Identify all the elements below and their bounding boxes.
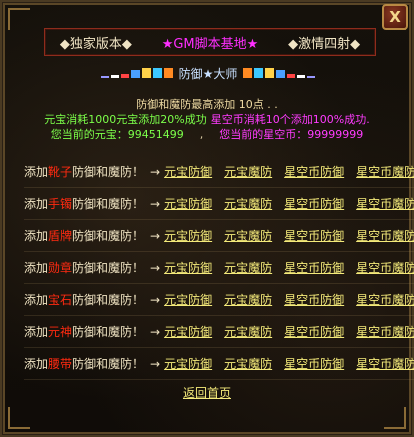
arrow-icon: → (150, 324, 161, 339)
ingot-magic-defense-link[interactable]: 元宝魔防 (224, 195, 272, 212)
star-coin-defense-link[interactable]: 星空币防御 (284, 163, 344, 180)
equipment-name: 腰带 (48, 357, 73, 371)
equipment-name: 勋章 (48, 261, 73, 275)
arrow-icon: → (150, 260, 161, 275)
color-swatch (152, 68, 162, 78)
star-coin-defense-link[interactable]: 星空币防御 (284, 291, 344, 308)
color-swatch (120, 74, 129, 78)
color-swatch (130, 70, 140, 78)
row-suffix: 防御和魔防！ (72, 261, 145, 275)
row-prefix: 添加 (24, 165, 49, 179)
ingot-defense-link[interactable]: 元宝防御 (164, 355, 212, 372)
color-swatch (254, 68, 264, 78)
equipment-name: 宝石 (48, 293, 73, 307)
color-swatch (265, 68, 275, 78)
row-prefix: 添加 (24, 293, 49, 307)
title-bar: ◆独家版本◆ ★GM脚本基地★ ◆激情四射◆ (44, 28, 376, 56)
back-home-link[interactable]: 返回首页 (0, 384, 414, 401)
banner: 防御★大师 (92, 64, 324, 82)
row-prefix: 添加 (24, 325, 49, 339)
ingot-balance: 您当前的元宝：99451499 (50, 128, 184, 141)
color-swatch (163, 68, 173, 78)
star-coin-defense-link[interactable]: 星空币防御 (284, 259, 344, 276)
ingot-defense-link[interactable]: 元宝防御 (164, 195, 212, 212)
color-swatch (141, 68, 151, 78)
equipment-name: 元神 (48, 325, 73, 339)
ingot-defense-link[interactable]: 元宝防御 (164, 259, 212, 276)
color-swatch (297, 75, 306, 78)
star-coin-cost-text: 星空币消耗10个添加100%成功. (210, 113, 370, 126)
info-balance: 您当前的元宝：99451499, 您当前的星空币：99999999 (0, 126, 414, 142)
arrow-icon: → (150, 292, 161, 307)
arrow-icon: → (150, 228, 161, 243)
star-coin-defense-link[interactable]: 星空币防御 (284, 323, 344, 340)
ingot-defense-link[interactable]: 元宝防御 (164, 163, 212, 180)
equipment-name: 靴子 (48, 165, 73, 179)
color-swatches-right (243, 68, 316, 78)
corner-ornament (8, 407, 30, 429)
ingot-cost-text: 元宝消耗1000元宝添加20%成功 (44, 113, 207, 126)
close-button[interactable]: X (382, 4, 408, 30)
row-prefix: 添加 (24, 197, 49, 211)
corner-ornament (384, 407, 406, 429)
equipment-row: 添加 元神 防御和魔防！ → 元宝防御 元宝魔防 星空币防御 星空币魔防 (24, 316, 414, 348)
star-coin-magic-defense-link[interactable]: 星空币魔防 (356, 163, 414, 180)
arrow-icon: → (150, 164, 161, 179)
ingot-magic-defense-link[interactable]: 元宝魔防 (224, 355, 272, 372)
info-max-add: 防御和魔防最高添加 10点 . . (136, 98, 278, 111)
title-right: ◆激情四射◆ (288, 36, 361, 52)
color-swatch (307, 76, 316, 78)
star-coin-magic-defense-link[interactable]: 星空币魔防 (356, 195, 414, 212)
equipment-row: 添加 勋章 防御和魔防！ → 元宝防御 元宝魔防 星空币防御 星空币魔防 (24, 252, 414, 284)
equipment-row: 添加 腰带 防御和魔防！ → 元宝防御 元宝魔防 星空币防御 星空币魔防 (24, 348, 414, 380)
ingot-magic-defense-link[interactable]: 元宝魔防 (224, 163, 272, 180)
ingot-defense-link[interactable]: 元宝防御 (164, 227, 212, 244)
color-swatch (287, 74, 296, 78)
ingot-magic-defense-link[interactable]: 元宝魔防 (224, 227, 272, 244)
arrow-icon: → (150, 356, 161, 371)
row-suffix: 防御和魔防！ (72, 357, 145, 371)
star-coin-magic-defense-link[interactable]: 星空币魔防 (356, 323, 414, 340)
row-suffix: 防御和魔防！ (72, 165, 145, 179)
star-coin-defense-link[interactable]: 星空币防御 (284, 355, 344, 372)
color-swatch (110, 75, 119, 78)
ingot-magic-defense-link[interactable]: 元宝魔防 (224, 259, 272, 276)
equipment-row: 添加 靴子 防御和魔防！ → 元宝防御 元宝魔防 星空币防御 星空币魔防 (24, 156, 414, 188)
banner-title: 防御★大师 (178, 66, 238, 81)
row-prefix: 添加 (24, 357, 49, 371)
row-prefix: 添加 (24, 261, 49, 275)
equipment-row: 添加 盾牌 防御和魔防！ → 元宝防御 元宝魔防 星空币防御 星空币魔防 (24, 220, 414, 252)
equipment-name: 盾牌 (48, 229, 73, 243)
info-cost: 元宝消耗1000元宝添加20%成功 星空币消耗10个添加100%成功. (0, 111, 414, 127)
row-suffix: 防御和魔防！ (72, 229, 145, 243)
star-coin-balance: 您当前的星空币：99999999 (219, 128, 364, 141)
equipment-rows: 添加 靴子 防御和魔防！ → 元宝防御 元宝魔防 星空币防御 星空币魔防 添加 手镯 防御和魔防！ →… (24, 156, 414, 380)
title-center: ★GM脚本基地★ (161, 36, 259, 52)
ingot-magic-defense-link[interactable]: 元宝魔防 (224, 323, 272, 340)
color-swatch (276, 70, 286, 78)
row-suffix: 防御和魔防！ (72, 293, 145, 307)
arrow-icon: → (150, 196, 161, 211)
ingot-magic-defense-link[interactable]: 元宝魔防 (224, 291, 272, 308)
ingot-defense-link[interactable]: 元宝防御 (164, 323, 212, 340)
row-prefix: 添加 (24, 229, 49, 243)
equipment-row: 添加 宝石 防御和魔防！ → 元宝防御 元宝魔防 星空币防御 星空币魔防 (24, 284, 414, 316)
star-coin-magic-defense-link[interactable]: 星空币魔防 (356, 259, 414, 276)
star-coin-defense-link[interactable]: 星空币防御 (284, 227, 344, 244)
row-suffix: 防御和魔防！ (72, 197, 145, 211)
color-swatch (243, 68, 253, 78)
star-coin-magic-defense-link[interactable]: 星空币魔防 (356, 291, 414, 308)
separator: , (199, 128, 204, 141)
equipment-row: 添加 手镯 防御和魔防！ → 元宝防御 元宝魔防 星空币防御 星空币魔防 (24, 188, 414, 220)
row-suffix: 防御和魔防！ (72, 325, 145, 339)
equipment-name: 手镯 (48, 197, 73, 211)
star-coin-defense-link[interactable]: 星空币防御 (284, 195, 344, 212)
star-coin-magic-defense-link[interactable]: 星空币魔防 (356, 227, 414, 244)
star-coin-magic-defense-link[interactable]: 星空币魔防 (356, 355, 414, 372)
title-left: ◆独家版本◆ (59, 36, 132, 52)
corner-ornament (8, 8, 30, 30)
color-swatches-left (100, 68, 173, 78)
color-swatch (100, 76, 109, 78)
ingot-defense-link[interactable]: 元宝防御 (164, 291, 212, 308)
